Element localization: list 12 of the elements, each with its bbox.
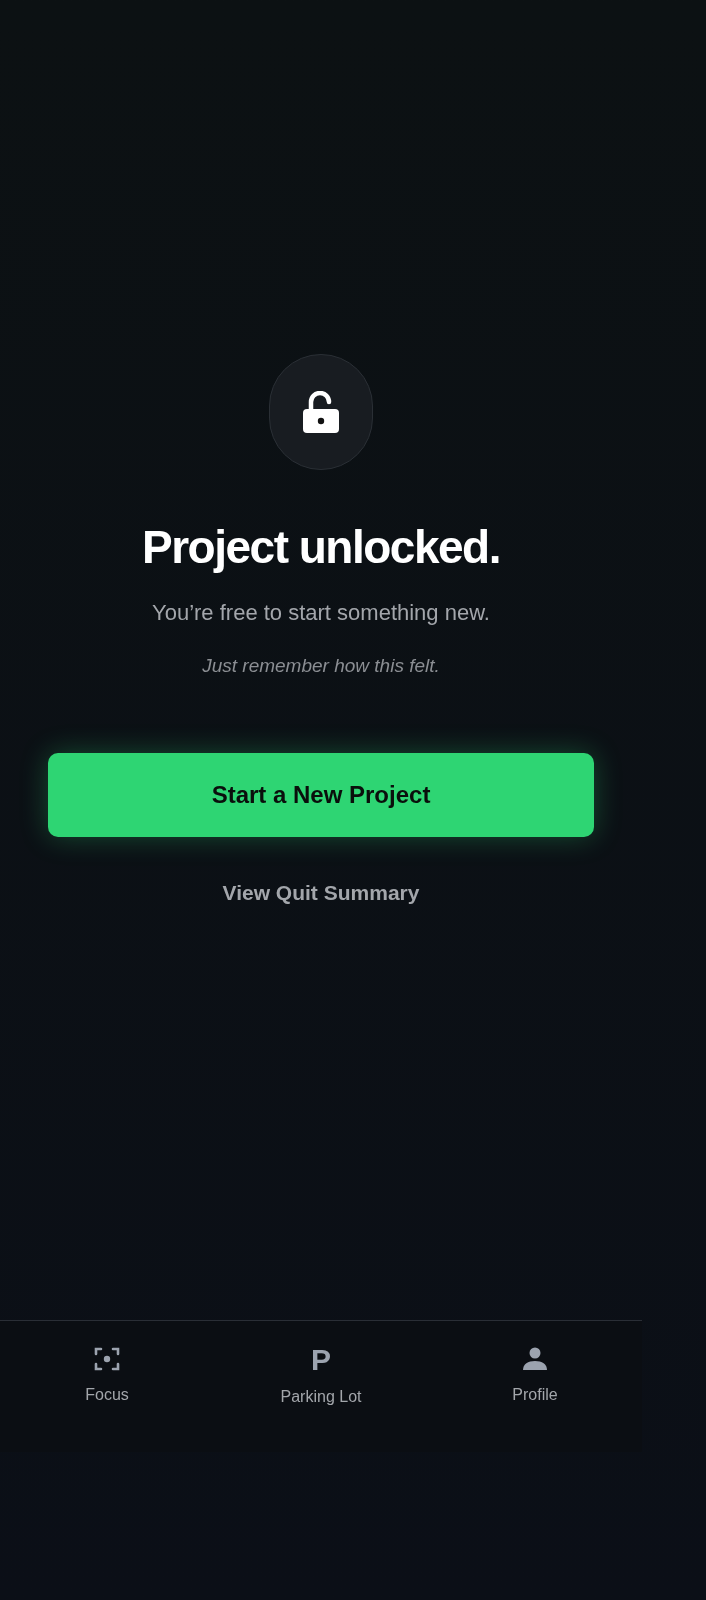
- subtitle: You’re free to start something new.: [151, 599, 491, 627]
- tab-item[interactable]: Focus: [37, 1345, 177, 1411]
- parking-glyph-icon: P: [311, 1345, 331, 1375]
- quit-summary-link[interactable]: View Quit Summary: [222, 876, 420, 908]
- title: Project unlocked.: [142, 520, 500, 574]
- start-project-button[interactable]: Start a New Project: [48, 752, 594, 837]
- tab-item[interactable]: P Parking Lot: [251, 1345, 391, 1411]
- note: Just remember how this felt.: [202, 654, 440, 678]
- focus-icon: [93, 1345, 121, 1373]
- unlocked-padlock-icon: [301, 391, 341, 433]
- tab-item[interactable]: Profile: [465, 1345, 605, 1411]
- profile-icon: [521, 1345, 549, 1373]
